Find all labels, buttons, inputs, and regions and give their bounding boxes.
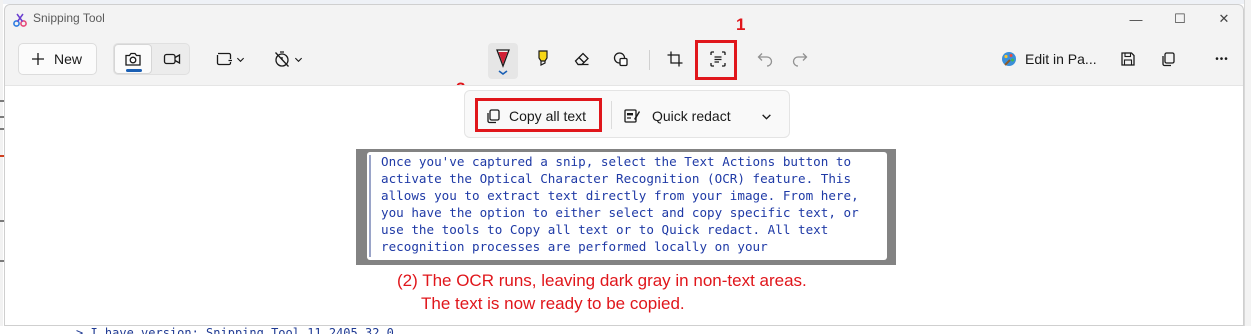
new-snip-button[interactable]: New: [18, 43, 97, 75]
quick-redact-button[interactable]: Quick redact: [619, 100, 779, 132]
snipping-tool-app-icon: [13, 13, 27, 27]
delay-dropdown[interactable]: [267, 43, 309, 75]
background-terminal-line: > I have version: Snipping Tool 11.2405.…: [76, 326, 394, 334]
plus-icon: [32, 53, 44, 65]
chevron-down-icon: [236, 57, 245, 62]
screenshot-mode-button[interactable]: [114, 44, 152, 74]
minimize-icon: —: [1129, 11, 1143, 27]
undo-button[interactable]: [753, 43, 777, 75]
background-right-edge: [1244, 0, 1251, 334]
close-button[interactable]: ✕: [1201, 5, 1243, 33]
toolbar: New Edit in Pa... •••: [5, 33, 1243, 85]
ocr-text-line[interactable]: activate the Optical Character Recogniti…: [381, 170, 851, 187]
text-actions-separator: [611, 101, 612, 129]
more-icon: •••: [1215, 53, 1229, 65]
background-terminal-text: > I have version: Snipping Tool 11.2405.…: [0, 326, 1251, 334]
annotation-step-1: 1: [736, 15, 746, 34]
capture-mode-toggle: [113, 43, 190, 75]
chevron-down-icon[interactable]: [761, 111, 772, 122]
highlighter-button[interactable]: [531, 43, 555, 75]
crop-button[interactable]: [663, 43, 687, 75]
copy-button[interactable]: [1156, 43, 1180, 75]
active-mode-indicator: [126, 69, 142, 72]
annotation-caption-line1: (2) The OCR runs, leaving dark gray in n…: [397, 271, 807, 290]
highlighter-icon: [538, 50, 548, 66]
maximize-button[interactable]: ☐: [1157, 5, 1203, 33]
ocr-text-line[interactable]: Once you've captured a snip, select the …: [381, 153, 851, 170]
more-options-button[interactable]: •••: [1208, 43, 1236, 75]
quick-redact-label: Quick redact: [652, 108, 731, 124]
title-bar[interactable]: Snipping Tool — ☐ ✕: [5, 5, 1243, 33]
paint-app-icon: [1002, 52, 1016, 66]
rectangle-mode-icon: [216, 52, 232, 66]
text-actions-highlight: [695, 40, 737, 80]
timer-off-icon: [275, 51, 289, 67]
video-icon: [163, 53, 181, 65]
annotation-caption-line2: The text is now ready to be copied.: [421, 294, 685, 313]
ocr-text-line[interactable]: use the tools to Copy all text or to Qui…: [381, 221, 828, 238]
snip-shape-dropdown[interactable]: [210, 43, 250, 75]
camera-icon: [125, 52, 141, 66]
toolbar-separator: [649, 50, 650, 70]
copy-all-text-highlight: [475, 98, 602, 132]
eraser-button[interactable]: [570, 43, 594, 75]
ballpoint-pen-button[interactable]: [488, 43, 518, 79]
snipping-tool-window: Snipping Tool — ☐ ✕ New Edit in Pa... ••…: [4, 4, 1244, 326]
maximize-icon: ☐: [1174, 11, 1186, 26]
crop-icon: [667, 51, 683, 67]
ocr-text-line[interactable]: recognition processes are performed loca…: [381, 238, 768, 255]
edit-in-paint-button[interactable]: Edit in Pa...: [1000, 43, 1097, 75]
ocr-text-line[interactable]: you have the option to either select and…: [381, 204, 859, 221]
redact-icon: [624, 109, 640, 123]
canvas-area: Copy all text Quick redact Once you've c…: [5, 85, 1243, 325]
shapes-button[interactable]: [609, 43, 633, 75]
copy-icon: [1162, 52, 1175, 67]
chevron-down-icon: [294, 57, 303, 62]
save-button[interactable]: [1116, 43, 1140, 75]
captured-snip-image[interactable]: Once you've captured a snip, select the …: [356, 149, 896, 265]
redo-icon: [792, 53, 808, 67]
close-icon: ✕: [1218, 11, 1230, 26]
save-icon: [1121, 52, 1135, 66]
shapes-icon: [613, 52, 628, 67]
minimize-button[interactable]: —: [1113, 5, 1159, 33]
text-actions-bar: Copy all text Quick redact: [464, 90, 790, 138]
text-margin-bar: [369, 155, 371, 257]
video-mode-button[interactable]: [154, 44, 190, 74]
ballpoint-pen-icon: [496, 49, 510, 75]
eraser-icon: [574, 52, 589, 66]
window-title: Snipping Tool: [33, 11, 105, 25]
recognized-text-region[interactable]: Once you've captured a snip, select the …: [367, 152, 887, 260]
new-snip-label: New: [54, 51, 83, 67]
edit-in-paint-label: Edit in Pa...: [1025, 51, 1097, 67]
undo-icon: [757, 53, 773, 67]
redo-button[interactable]: [788, 43, 812, 75]
ocr-text-line[interactable]: allows you to extract text directly from…: [381, 187, 859, 204]
